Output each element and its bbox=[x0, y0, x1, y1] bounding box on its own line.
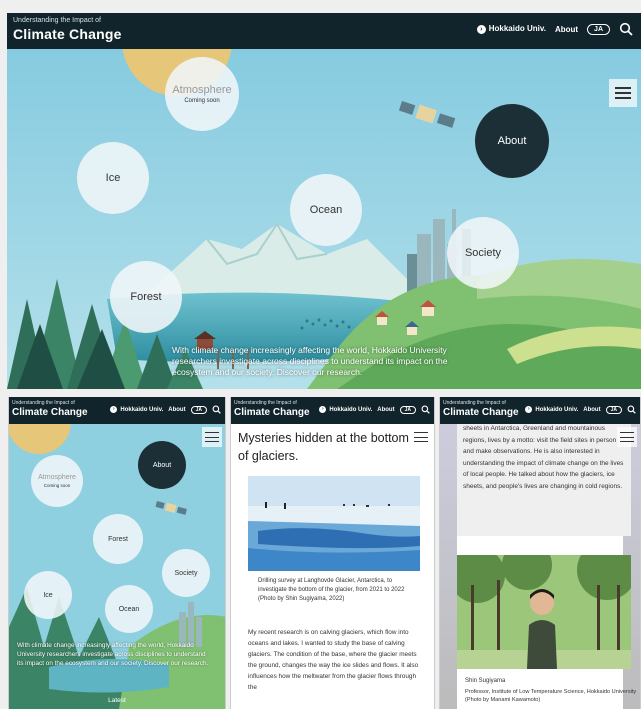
nav-hokkaido-label: Hokkaido Univ. bbox=[488, 24, 546, 34]
arrow-right-icon: › bbox=[476, 24, 486, 34]
mobile-menu-button[interactable] bbox=[617, 427, 637, 447]
coming-soon-label: Coming soon bbox=[184, 98, 220, 104]
mobile-ocean-bubble[interactable]: Ocean bbox=[105, 585, 153, 633]
site-header: Understanding the Impact of Climate Chan… bbox=[7, 13, 641, 49]
mobile-home-screenshot: Understanding the Impact of Climate Chan… bbox=[8, 397, 226, 709]
mobile-language-toggle[interactable]: JA bbox=[605, 405, 622, 414]
mobile-title[interactable]: Climate Change bbox=[12, 407, 88, 418]
about-bubble[interactable]: About bbox=[475, 104, 549, 178]
ocean-bubble[interactable]: Ocean bbox=[290, 174, 362, 246]
mobile-intro-text: With climate change increasingly affecti… bbox=[17, 642, 209, 667]
header-nav: › Hokkaido Univ. About JA bbox=[476, 22, 633, 36]
nav-hokkaido-link[interactable]: › Hokkaido Univ. bbox=[476, 24, 546, 34]
mobile-nav-hokkaido-label: Hokkaido Univ. bbox=[329, 407, 373, 414]
mobile-about-label: About bbox=[152, 461, 172, 469]
atmosphere-bubble[interactable]: Atmosphere Coming soon bbox=[165, 57, 239, 131]
mobile-society-label: Society bbox=[174, 569, 198, 577]
mobile-header: Understanding the Impact of Climate Chan… bbox=[440, 397, 640, 424]
researcher-role: Professor, Institute of Low Temperature … bbox=[465, 689, 637, 703]
mobile-coming-soon-label: Coming soon bbox=[43, 483, 71, 488]
mobile-nav-hokkaido[interactable]: › Hokkaido Univ. bbox=[319, 405, 373, 414]
forest-bubble[interactable]: Forest bbox=[110, 261, 182, 333]
arrow-right-icon: › bbox=[110, 405, 118, 413]
mobile-language-toggle[interactable]: JA bbox=[399, 405, 416, 414]
mobile-header: Understanding the Impact of Climate Chan… bbox=[231, 397, 434, 424]
mobile-title[interactable]: Climate Change bbox=[443, 407, 519, 418]
forest-label: Forest bbox=[130, 291, 162, 303]
nav-about-link[interactable]: About bbox=[555, 25, 578, 34]
menu-button[interactable] bbox=[609, 79, 637, 107]
mobile-article-screenshot: Understanding the Impact of Climate Chan… bbox=[230, 397, 435, 709]
mobile-nav-about[interactable]: About bbox=[583, 407, 600, 413]
mobile-nav: › Hokkaido Univ. About JA bbox=[319, 405, 430, 414]
search-icon[interactable] bbox=[619, 22, 633, 36]
language-toggle[interactable]: JA bbox=[587, 23, 610, 35]
researcher-name: Shin Sugiyama bbox=[465, 678, 506, 684]
researcher-intro-box: sheets in Antarctica, Greenland and moun… bbox=[457, 423, 631, 536]
researcher-intro-text: sheets in Antarctica, Greenland and moun… bbox=[463, 425, 624, 490]
mobile-profile-screenshot: sheets in Antarctica, Greenland and moun… bbox=[439, 397, 641, 709]
mobile-ice-label: Ice bbox=[43, 591, 53, 599]
site-title[interactable]: Climate Change bbox=[13, 26, 122, 42]
mobile-title[interactable]: Climate Change bbox=[234, 407, 310, 418]
mobile-ocean-label: Ocean bbox=[118, 605, 140, 613]
mobile-nav-hokkaido[interactable]: › Hokkaido Univ. bbox=[525, 405, 579, 414]
glacier-image bbox=[248, 476, 420, 571]
hamburger-icon bbox=[620, 432, 634, 434]
mobile-header: Understanding the Impact of Climate Chan… bbox=[9, 397, 225, 424]
mobile-nav-about[interactable]: About bbox=[377, 407, 394, 413]
society-label: Society bbox=[464, 247, 502, 259]
mobile-nav-hokkaido-label: Hokkaido Univ. bbox=[120, 407, 164, 414]
atmosphere-label: Atmosphere bbox=[172, 84, 232, 96]
society-bubble[interactable]: Society bbox=[447, 217, 519, 289]
researcher-photo bbox=[457, 555, 631, 669]
article-heading: Mysteries hidden at the bottom of glacie… bbox=[238, 431, 409, 463]
mobile-forest-bubble[interactable]: Forest bbox=[93, 514, 143, 564]
mobile-society-bubble[interactable]: Society bbox=[162, 549, 210, 597]
photo-caption: Drilling survey at Langhovde Glacier, An… bbox=[258, 578, 405, 602]
mobile-forest-label: Forest bbox=[108, 535, 128, 543]
about-label: About bbox=[497, 135, 527, 147]
mobile-subtitle: Understanding the Impact of bbox=[443, 400, 506, 406]
hero-intro-text: With climate change increasingly affecti… bbox=[172, 345, 448, 377]
hero-illustration: Atmosphere Coming soon About Ice Ocean S… bbox=[7, 49, 641, 389]
glacier-photo bbox=[248, 476, 420, 571]
mobile-nav-hokkaido[interactable]: › Hokkaido Univ. bbox=[110, 405, 164, 414]
search-icon[interactable] bbox=[627, 405, 636, 414]
mobile-nav: › Hokkaido Univ. About JA bbox=[110, 405, 221, 414]
mobile-subtitle: Understanding the Impact of bbox=[12, 400, 75, 406]
mobile-about-bubble[interactable]: About bbox=[138, 441, 186, 489]
arrow-right-icon: › bbox=[319, 405, 327, 413]
mobile-atmosphere-label: Atmosphere bbox=[38, 474, 76, 481]
site-subtitle: Understanding the Impact of bbox=[13, 17, 101, 24]
search-icon[interactable] bbox=[421, 405, 430, 414]
hamburger-icon bbox=[615, 87, 631, 89]
mobile-menu-button[interactable] bbox=[202, 427, 222, 447]
mobile-nav-hokkaido-label: Hokkaido Univ. bbox=[535, 407, 579, 414]
ice-label: Ice bbox=[105, 172, 121, 184]
latest-link[interactable]: Latest bbox=[9, 697, 225, 704]
search-icon[interactable] bbox=[212, 405, 221, 414]
mobile-ice-bubble[interactable]: Ice bbox=[24, 571, 72, 619]
ocean-label: Ocean bbox=[309, 204, 343, 216]
arrow-right-icon: › bbox=[525, 405, 533, 413]
screenshot-collage: Understanding the Impact of Climate Chan… bbox=[0, 0, 641, 709]
mobile-nav-about[interactable]: About bbox=[168, 407, 185, 413]
mobile-atmosphere-bubble[interactable]: Atmosphere Coming soon bbox=[31, 455, 83, 507]
hamburger-icon bbox=[205, 432, 219, 434]
article-body: My recent research is on calving glacier… bbox=[248, 629, 419, 691]
mobile-language-toggle[interactable]: JA bbox=[190, 405, 207, 414]
ice-bubble[interactable]: Ice bbox=[77, 142, 149, 214]
mobile-subtitle: Understanding the Impact of bbox=[234, 400, 297, 406]
background-strip-left bbox=[440, 423, 457, 709]
researcher-image bbox=[457, 555, 631, 669]
mobile-nav: › Hokkaido Univ. About JA bbox=[525, 405, 636, 414]
